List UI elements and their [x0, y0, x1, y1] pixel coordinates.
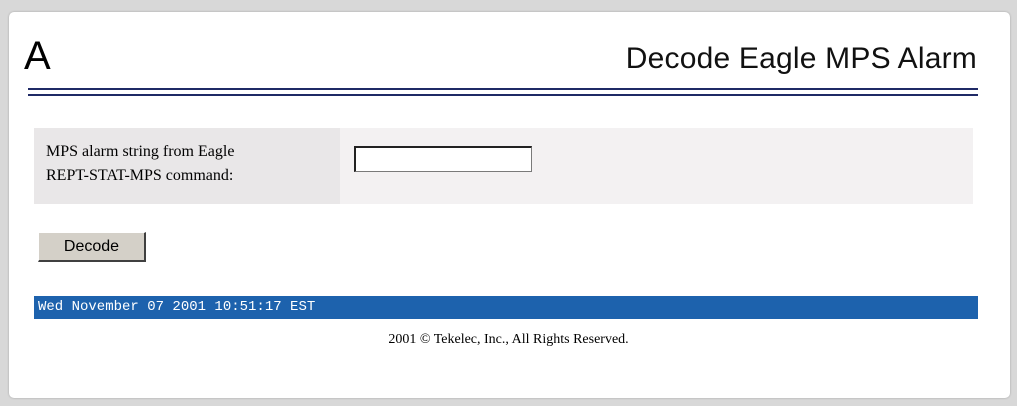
logo-letter: A: [24, 34, 51, 78]
status-datetime: Wed November 07 2001 10:51:17 EST: [38, 299, 316, 315]
header-divider-top: [28, 88, 978, 90]
header-divider-bottom: [28, 94, 978, 96]
alarm-string-label-line1: MPS alarm string from Eagle: [46, 143, 235, 160]
alarm-form-panel: MPS alarm string from Eagle REPT-STAT-MP…: [34, 128, 973, 204]
copyright-text: 2001 © Tekelec, Inc., All Rights Reserve…: [388, 332, 629, 347]
form-label-cell: MPS alarm string from Eagle REPT-STAT-MP…: [34, 128, 340, 204]
page-title: Decode Eagle MPS Alarm: [625, 42, 977, 75]
alarm-string-label: MPS alarm string from Eagle REPT-STAT-MP…: [46, 140, 336, 188]
decode-button[interactable]: Decode: [38, 232, 146, 262]
alarm-string-label-line2: REPT-STAT-MPS command:: [46, 167, 234, 184]
status-bar: Wed November 07 2001 10:51:17 EST: [34, 296, 978, 319]
alarm-string-input[interactable]: [354, 146, 532, 172]
